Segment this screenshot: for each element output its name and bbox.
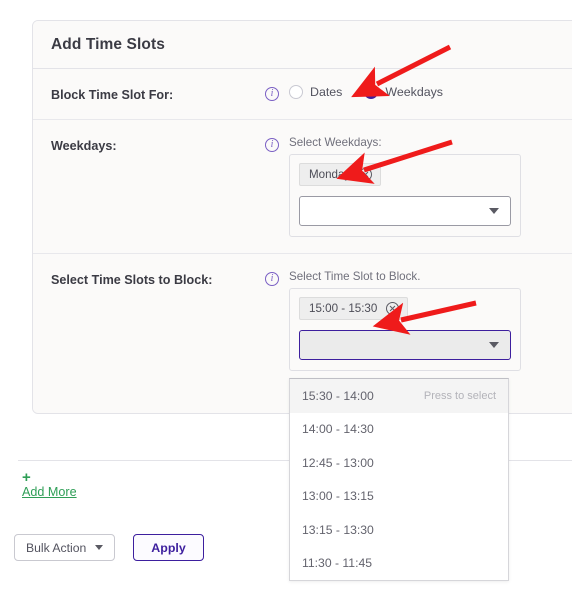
- dropdown-option[interactable]: 13:00 - 13:15: [290, 480, 508, 514]
- press-to-select-hint: Press to select: [423, 389, 496, 402]
- info-circle-icon[interactable]: i: [265, 138, 279, 153]
- row-block-time-slot-for: Block Time Slot For: i Dates Weekdays: [33, 69, 572, 121]
- chevron-down-icon[interactable]: [95, 545, 104, 550]
- dropdown-option-label: 14:00 - 14:30: [302, 422, 374, 437]
- select-time-slot-caption: Select Time Slot to Block.: [289, 270, 421, 284]
- dropdown-option-label: 13:15 - 13:30: [302, 522, 374, 537]
- weekdays-label: Weekdays:: [51, 139, 117, 154]
- radio-option-weekdays[interactable]: Weekdays: [364, 85, 443, 99]
- select-weekdays-caption: Select Weekdays:: [289, 136, 382, 150]
- remove-circle-icon[interactable]: [386, 302, 400, 316]
- chip-monday[interactable]: Monday: [299, 163, 382, 187]
- info-circle-icon[interactable]: i: [265, 272, 279, 287]
- weekdays-select-input[interactable]: [299, 196, 511, 227]
- add-more-label[interactable]: Add More: [22, 485, 77, 499]
- weekdays-multiselect: Monday: [289, 154, 521, 238]
- block-for-radio-group: Dates Weekdays: [289, 85, 443, 99]
- block-for-label: Block Time Slot For:: [51, 88, 174, 102]
- dropdown-option-label: 13:00 - 13:15: [302, 489, 374, 504]
- chip-label: Monday: [309, 168, 351, 182]
- apply-button[interactable]: Apply: [133, 534, 204, 561]
- add-more-button[interactable]: + Add More: [22, 470, 77, 499]
- info-circle-icon[interactable]: i: [265, 87, 279, 101]
- chevron-down-icon[interactable]: [489, 208, 499, 215]
- time-slots-label: Select Time Slots to Block:: [51, 273, 213, 288]
- dropdown-option[interactable]: 12:45 - 13:00: [290, 446, 508, 480]
- radio-dot-weekdays[interactable]: [364, 85, 379, 99]
- radio-label-dates: Dates: [310, 85, 343, 99]
- dropdown-option[interactable]: 11:30 - 11:45: [290, 547, 508, 581]
- chip-label: 15:00 - 15:30: [309, 302, 378, 316]
- card-header: Add Time Slots: [33, 21, 572, 69]
- chevron-down-icon[interactable]: [489, 342, 499, 349]
- dropdown-option[interactable]: 14:00 - 14:30: [290, 413, 508, 447]
- dropdown-option-label: 15:30 - 14:00: [302, 388, 374, 403]
- page-root: Add Time Slots Block Time Slot For: i Da…: [0, 0, 572, 598]
- radio-label-weekdays: Weekdays: [385, 85, 443, 99]
- row-weekdays: Weekdays: i Select Weekdays: Monday: [33, 120, 572, 255]
- bulk-action-label: Bulk Action: [26, 540, 87, 555]
- radio-option-dates[interactable]: Dates: [289, 85, 342, 99]
- apply-label: Apply: [151, 540, 186, 555]
- bulk-action-dropdown[interactable]: Bulk Action: [14, 534, 116, 561]
- remove-circle-icon[interactable]: [359, 168, 373, 182]
- time-slots-multiselect: 15:00 - 15:30: [289, 288, 521, 372]
- add-time-slots-card: Add Time Slots Block Time Slot For: i Da…: [32, 20, 572, 415]
- page-title: Add Time Slots: [51, 35, 165, 53]
- bottom-action-bar: Bulk Action Apply: [14, 534, 204, 561]
- dropdown-option[interactable]: 15:30 - 14:00 Press to select: [290, 379, 508, 413]
- chip-time-slot[interactable]: 15:00 - 15:30: [299, 297, 409, 321]
- radio-dot-dates[interactable]: [289, 85, 303, 99]
- plus-icon: +: [22, 469, 31, 486]
- dropdown-option-label: 12:45 - 13:00: [302, 455, 374, 470]
- time-slot-dropdown-list[interactable]: 15:30 - 14:00 Press to select 14:00 - 14…: [289, 378, 509, 581]
- time-slots-select-input[interactable]: [299, 330, 511, 361]
- dropdown-option-label: 11:30 - 11:45: [302, 556, 373, 571]
- dropdown-option[interactable]: 13:15 - 13:30: [290, 513, 508, 547]
